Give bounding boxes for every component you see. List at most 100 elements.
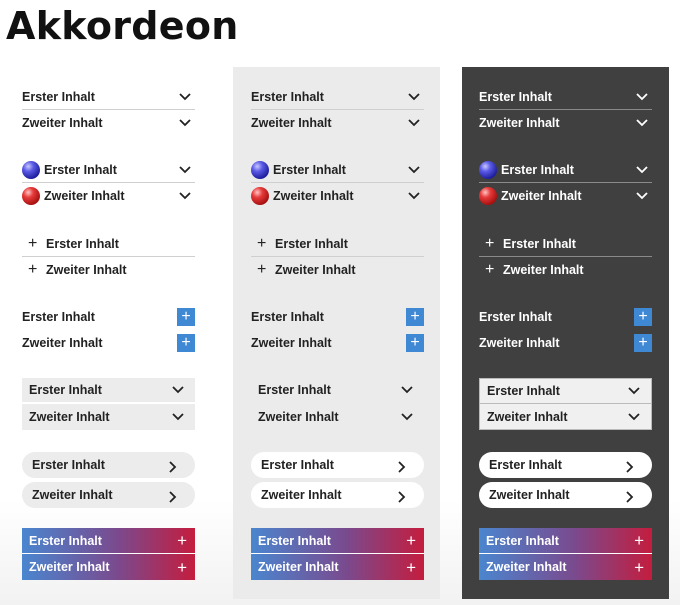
blue-ball-icon	[251, 160, 269, 179]
accordion-item-label: Erster Inhalt	[258, 383, 331, 397]
accordion-item-first[interactable]: + Erster Inhalt	[251, 231, 424, 257]
accordion-item-second[interactable]: Zweiter Inhalt	[479, 404, 652, 430]
accordion-item-first[interactable]: Erster Inhalt	[251, 84, 424, 110]
accordion-item-label: Erster Inhalt	[22, 89, 95, 104]
accordion-item-second[interactable]: Zweiter Inhalt +	[479, 330, 652, 356]
accordion-item-first[interactable]: Erster Inhalt	[251, 157, 424, 183]
chevron-right-icon	[626, 491, 638, 503]
accordion-item-second[interactable]: Zweiter Inhalt +	[22, 554, 195, 580]
plus-icon: +	[177, 531, 187, 550]
accordion-item-first[interactable]: Erster Inhalt	[22, 157, 195, 183]
chevron-right-icon	[169, 461, 181, 473]
accordion-gradient: Erster Inhalt + Zweiter Inhalt +	[22, 528, 195, 580]
accordion-item-label: Erster Inhalt	[29, 383, 102, 397]
accordion-item-label: Zweiter Inhalt	[275, 263, 356, 277]
accordion-item-second[interactable]: Zweiter Inhalt +	[479, 554, 652, 580]
chevron-down-icon	[179, 119, 191, 127]
chevron-down-icon	[636, 92, 648, 101]
accordion-item-label: Zweiter Inhalt	[486, 560, 567, 574]
accordion-item-second[interactable]: Zweiter Inhalt +	[251, 330, 424, 356]
plus-icon: +	[634, 334, 652, 352]
accordion-item-second[interactable]: Zweiter Inhalt +	[22, 330, 195, 356]
accordion-pill: Erster Inhalt Zweiter Inhalt	[251, 452, 424, 512]
chevron-down-icon	[401, 413, 413, 421]
accordion-item-second[interactable]: Zweiter Inhalt	[22, 482, 195, 508]
accordion-item-label: Erster Inhalt	[487, 384, 560, 398]
accordion-item-second[interactable]: + Zweiter Inhalt	[479, 257, 652, 283]
accordion-item-second[interactable]: Zweiter Inhalt	[251, 404, 424, 430]
accordion-item-second[interactable]: Zweiter Inhalt	[479, 183, 652, 209]
accordion-gradient: Erster Inhalt + Zweiter Inhalt +	[479, 528, 652, 580]
accordion-boxed: Erster Inhalt Zweiter Inhalt	[251, 378, 424, 430]
accordion-item-label: Erster Inhalt	[29, 533, 102, 548]
plus-icon: +	[177, 308, 195, 326]
accordion-item-first[interactable]: Erster Inhalt	[479, 84, 652, 110]
accordion-item-first[interactable]: Erster Inhalt	[22, 452, 195, 478]
plus-icon: +	[257, 234, 267, 252]
accordion-item-first[interactable]: Erster Inhalt +	[479, 528, 652, 554]
plus-icon: +	[485, 261, 495, 278]
accordion-simple: Erster Inhalt Zweiter Inhalt	[479, 84, 652, 136]
accordion-item-label: Erster Inhalt	[486, 533, 559, 548]
accordion-item-first[interactable]: Erster Inhalt	[479, 157, 652, 183]
accordion-item-label: Zweiter Inhalt	[22, 116, 103, 130]
chevron-down-icon	[628, 387, 640, 395]
accordion-item-second[interactable]: Zweiter Inhalt	[479, 482, 652, 508]
accordion-simple: Erster Inhalt Zweiter Inhalt	[251, 84, 424, 136]
column-dark: Erster Inhalt Zweiter Inhalt Erster Inha…	[462, 67, 669, 599]
accordion-item-first[interactable]: Erster Inhalt	[479, 452, 652, 478]
accordion-item-second[interactable]: Zweiter Inhalt	[251, 482, 424, 508]
accordion-item-first[interactable]: + Erster Inhalt	[479, 231, 652, 257]
accordion-item-label: Erster Inhalt	[503, 236, 576, 251]
accordion-simple: Erster Inhalt Zweiter Inhalt	[22, 84, 195, 136]
accordion-item-label: Erster Inhalt	[251, 89, 324, 104]
accordion-item-first[interactable]: Erster Inhalt	[22, 378, 195, 404]
accordion-plus-box: Erster Inhalt + Zweiter Inhalt +	[251, 304, 424, 356]
plus-icon: +	[406, 531, 416, 550]
plus-icon: +	[177, 557, 187, 577]
accordion-item-label: Erster Inhalt	[479, 89, 552, 104]
accordion-item-first[interactable]: Erster Inhalt	[251, 378, 424, 404]
accordion-item-first[interactable]: Erster Inhalt	[22, 84, 195, 110]
accordion-item-label: Zweiter Inhalt	[251, 116, 332, 130]
accordion-item-label: Erster Inhalt	[501, 162, 574, 177]
accordion-item-label: Zweiter Inhalt	[501, 189, 582, 203]
accordion-item-label: Erster Inhalt	[258, 533, 331, 548]
accordion-item-label: Zweiter Inhalt	[489, 488, 570, 502]
accordion-item-first[interactable]: Erster Inhalt +	[251, 304, 424, 330]
chevron-down-icon	[179, 92, 191, 101]
accordion-item-first[interactable]: Erster Inhalt +	[22, 304, 195, 330]
accordion-plus-box: Erster Inhalt + Zweiter Inhalt +	[479, 304, 652, 356]
accordion-item-second[interactable]: Zweiter Inhalt	[479, 110, 652, 136]
chevron-down-icon	[408, 165, 420, 174]
chevron-right-icon	[169, 491, 181, 503]
accordion-item-second[interactable]: Zweiter Inhalt +	[251, 554, 424, 580]
accordion-item-first[interactable]: Erster Inhalt +	[22, 528, 195, 554]
accordion-item-label: Erster Inhalt	[273, 162, 346, 177]
chevron-down-icon	[172, 386, 184, 394]
accordion-item-label: Erster Inhalt	[275, 236, 348, 251]
accordion-item-second[interactable]: Zweiter Inhalt	[22, 183, 195, 209]
accordion-item-second[interactable]: Zweiter Inhalt	[251, 183, 424, 209]
accordion-boxed: Erster Inhalt Zweiter Inhalt	[479, 378, 652, 430]
chevron-down-icon	[636, 192, 648, 200]
chevron-down-icon	[179, 165, 191, 174]
accordion-item-first[interactable]: + Erster Inhalt	[22, 231, 195, 257]
accordion-item-second[interactable]: + Zweiter Inhalt	[251, 257, 424, 283]
chevron-down-icon	[408, 119, 420, 127]
accordion-item-first[interactable]: Erster Inhalt	[251, 452, 424, 478]
accordion-item-second[interactable]: Zweiter Inhalt	[22, 110, 195, 136]
accordion-item-second[interactable]: Zweiter Inhalt	[251, 110, 424, 136]
accordion-item-label: Zweiter Inhalt	[273, 189, 354, 203]
plus-icon: +	[485, 234, 495, 252]
chevron-right-icon	[626, 461, 638, 473]
accordion-item-label: Zweiter Inhalt	[44, 189, 125, 203]
accordion-item-label: Zweiter Inhalt	[22, 336, 103, 350]
column-white: Erster Inhalt Zweiter Inhalt Erster Inha…	[0, 67, 207, 599]
accordion-item-first[interactable]: Erster Inhalt +	[251, 528, 424, 554]
accordion-item-second[interactable]: Zweiter Inhalt	[22, 404, 195, 430]
chevron-right-icon	[398, 491, 410, 503]
accordion-item-second[interactable]: + Zweiter Inhalt	[22, 257, 195, 283]
accordion-item-first[interactable]: Erster Inhalt +	[479, 304, 652, 330]
accordion-item-first[interactable]: Erster Inhalt	[479, 378, 652, 404]
